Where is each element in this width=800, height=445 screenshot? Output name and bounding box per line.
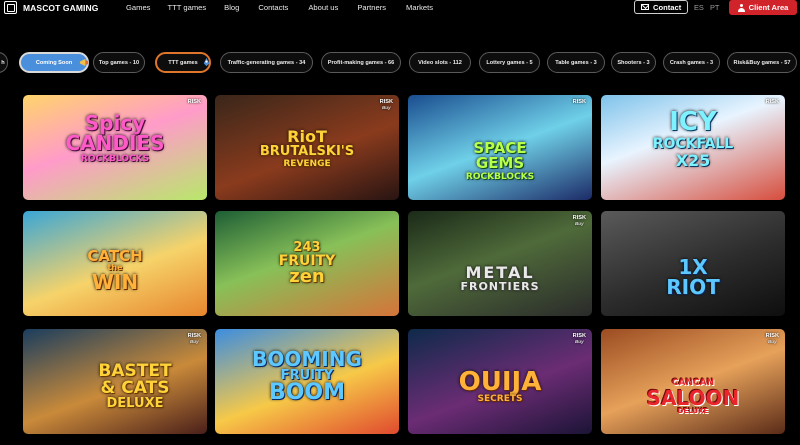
risk-badge: RISK — [765, 99, 779, 106]
game-title: CATCH the WIN — [23, 247, 207, 294]
game-card[interactable]: BOOMING FRUITY BOOM — [215, 329, 399, 434]
game-title: ICY ROCKFALL X25 — [601, 109, 785, 169]
game-card[interactable]: 243 FRUITY zen — [215, 211, 399, 316]
game-title-line: BOOMING — [252, 347, 362, 371]
game-title: BOOMING FRUITY BOOM — [215, 349, 399, 404]
badge-label: RISK — [765, 99, 779, 105]
risk-badge: RISK Buy — [766, 333, 779, 344]
game-title-line: ROCKBLOCKS — [465, 172, 535, 182]
game-title: BASTET & CATS DELUXE — [63, 363, 207, 411]
badge-label: RISK — [572, 99, 586, 105]
game-card[interactable]: CANCAN SALOON DELUXE RISK Buy — [601, 329, 785, 434]
game-title-line: WIN — [91, 270, 139, 294]
badge-sub-label: Buy — [767, 338, 777, 344]
game-title-line: FRONTIERS — [460, 280, 540, 293]
game-title-line: BOOM — [268, 380, 346, 405]
badge-label: RISK — [187, 99, 201, 105]
game-title-line: Spicy — [84, 111, 146, 135]
game-title-line: zen — [289, 266, 325, 287]
risk-badge: RISK Buy — [380, 99, 393, 110]
game-title-line: 1X — [678, 255, 708, 279]
risk-badge: RISK Buy — [573, 333, 586, 344]
game-title-line: SALOON — [646, 386, 740, 410]
game-title-line: DELUXE — [677, 407, 709, 415]
game-title-line: ROCKFALL — [652, 136, 734, 152]
games-grid: Spicy CANDIES ROCKBLOCKS RISK RioT BRUTA… — [0, 0, 800, 445]
risk-badge: RISK — [187, 99, 201, 106]
game-title-line: DELUXE — [106, 396, 164, 411]
game-title-line: METAL — [465, 263, 535, 282]
game-title: 243 FRUITY zen — [215, 241, 399, 286]
game-title-line: X25 — [675, 151, 711, 170]
risk-badge: RISK — [572, 99, 586, 106]
game-card[interactable]: BASTET & CATS DELUXE RISK Buy — [23, 329, 207, 434]
game-title-line: SECRETS — [477, 394, 523, 404]
badge-sub-label: Buy — [189, 338, 199, 344]
game-title-line: RIOT — [666, 275, 720, 299]
game-card[interactable]: ICY ROCKFALL X25 RISK — [601, 95, 785, 200]
game-title: CANCAN SALOON DELUXE — [601, 379, 785, 415]
game-card[interactable]: 1X RIOT — [601, 211, 785, 316]
game-card[interactable]: METAL FRONTIERS RISK Buy — [408, 211, 592, 316]
game-card[interactable]: OUIJA SECRETS RISK Buy — [408, 329, 592, 434]
risk-badge: RISK Buy — [188, 333, 201, 344]
game-title-line: OUIJA — [458, 367, 542, 397]
game-title: OUIJA SECRETS — [408, 369, 592, 404]
game-title-line: & CATS — [100, 378, 170, 398]
game-title: SPACE GEMS ROCKBLOCKS — [408, 141, 592, 182]
game-title-line: ROCKBLOCKS — [80, 154, 150, 164]
game-title-line: CANDIES — [65, 131, 165, 155]
game-title-line: ICY — [669, 107, 717, 137]
risk-badge: RISK Buy — [573, 215, 586, 226]
game-title-line: REVENGE — [283, 159, 331, 169]
game-card[interactable]: Spicy CANDIES ROCKBLOCKS RISK — [23, 95, 207, 200]
game-title-line: RioT — [287, 127, 327, 146]
game-title: 1X RIOT — [601, 257, 785, 297]
badge-sub-label: Buy — [574, 338, 584, 344]
game-card[interactable]: RioT BRUTALSKI'S REVENGE RISK Buy — [215, 95, 399, 200]
badge-sub-label: Buy — [574, 220, 584, 226]
game-title-line: GEMS — [475, 154, 525, 172]
game-title-line: CATCH — [87, 247, 143, 265]
game-card[interactable]: CATCH the WIN — [23, 211, 207, 316]
game-title: RioT BRUTALSKI'S REVENGE — [215, 129, 399, 169]
game-title-line: BRUTALSKI'S — [259, 144, 355, 159]
game-title: Spicy CANDIES ROCKBLOCKS — [23, 113, 207, 164]
badge-sub-label: Buy — [381, 104, 391, 110]
game-title: METAL FRONTIERS — [408, 263, 592, 293]
game-card[interactable]: SPACE GEMS ROCKBLOCKS RISK — [408, 95, 592, 200]
